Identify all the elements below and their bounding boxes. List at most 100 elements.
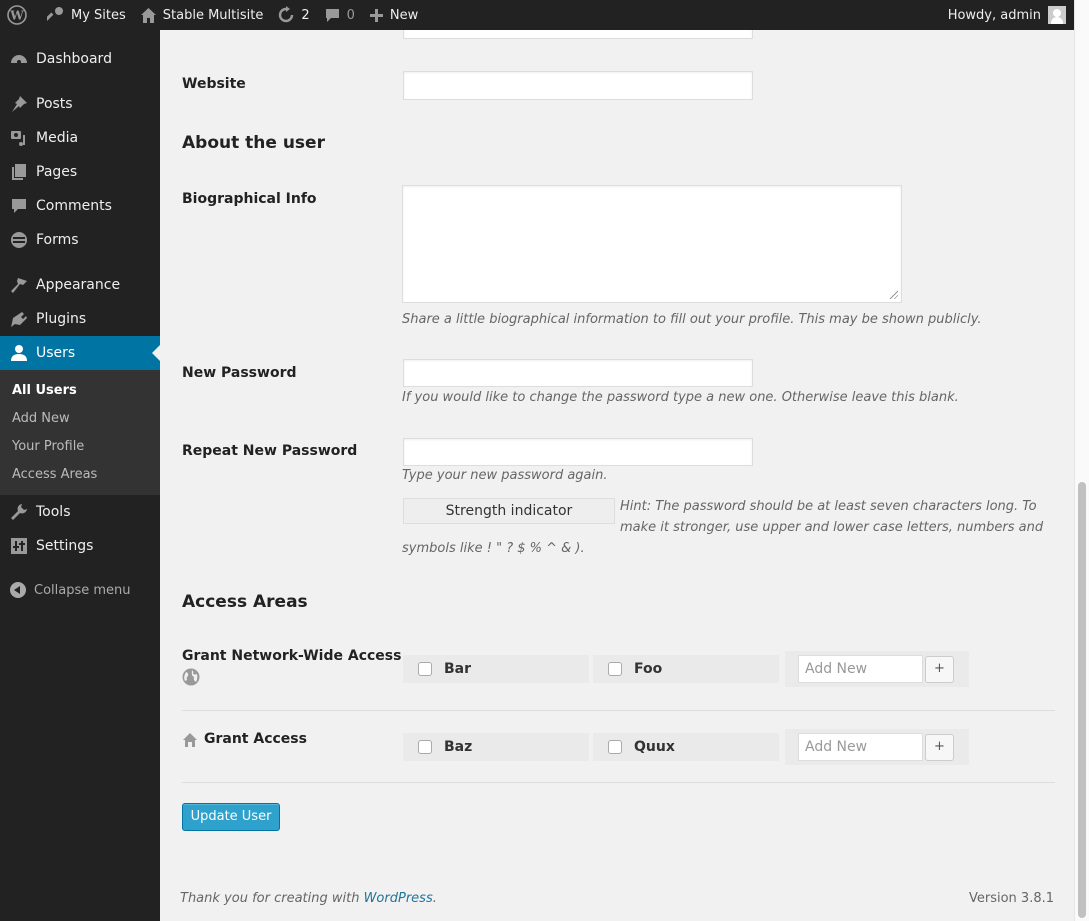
bio-textarea[interactable] [402, 185, 902, 303]
area-bar-checkbox[interactable] [418, 662, 432, 676]
network-access-label: Grant Network-Wide Access [182, 648, 402, 664]
menu-plugins[interactable]: Plugins [0, 302, 160, 336]
users-submenu: All Users Add New Your Profile Access Ar… [0, 370, 160, 495]
menu-label: Comments [36, 198, 112, 214]
menu-users[interactable]: Users [0, 336, 160, 370]
admin-bar: W My Sites Stable Multisite 2 0 New Howd… [0, 0, 1074, 30]
plug-icon [10, 310, 28, 328]
footer-thanks: Thank you for creating with WordPress. [180, 891, 437, 906]
svg-text:W: W [9, 9, 24, 23]
submenu-all-users[interactable]: All Users [0, 377, 160, 405]
main-content: Website About the user Biographical Info… [160, 10, 1074, 921]
repeat-password-description: Type your new password again. [402, 468, 608, 483]
pages-icon [10, 163, 28, 181]
area-quux[interactable]: Quux [593, 733, 779, 761]
site-name-menu[interactable]: Stable Multisite [133, 0, 271, 30]
footer-version: Version 3.8.1 [968, 891, 1054, 906]
updates-count: 2 [301, 7, 310, 23]
new-label: New [389, 7, 419, 23]
new-password-label: New Password [182, 365, 297, 381]
password-strength-indicator: Strength indicator [403, 498, 615, 524]
updates-menu[interactable]: 2 [270, 0, 316, 30]
plus-icon [369, 8, 383, 22]
pin-icon [10, 95, 28, 113]
site-name-label: Stable Multisite [162, 7, 264, 23]
page-scrollbar[interactable] [1074, 0, 1089, 921]
footer-period: . [432, 891, 437, 906]
comments-menu[interactable]: 0 [317, 0, 362, 30]
menu-posts[interactable]: Posts [0, 87, 160, 121]
new-password-input[interactable] [403, 359, 753, 387]
scrollbar-thumb[interactable] [1078, 482, 1086, 918]
website-input[interactable] [403, 71, 753, 100]
area-label: Baz [444, 739, 473, 755]
menu-label: Appearance [36, 277, 121, 293]
menu-media[interactable]: Media [0, 121, 160, 155]
update-user-button[interactable]: Update User [182, 803, 280, 831]
site-add-button[interactable]: + [925, 733, 954, 761]
media-icon [10, 129, 28, 147]
wp-logo-button[interactable]: W [0, 0, 40, 30]
collapse-arrow-icon [10, 582, 26, 598]
access-areas-heading: Access Areas [182, 592, 308, 612]
submenu-add-new[interactable]: Add New [0, 405, 160, 433]
wordpress-logo-icon: W [7, 5, 27, 25]
updates-icon [279, 6, 294, 23]
password-hint-line-1: Hint: The password should be at least se… [620, 499, 1037, 514]
site-areas-row: Baz Quux Add New + [403, 729, 969, 765]
submenu-your-profile[interactable]: Your Profile [0, 433, 160, 461]
my-sites-label: My Sites [71, 7, 126, 23]
resize-handle-icon[interactable] [888, 289, 898, 299]
password-hint-line-2: make it stronger, use upper and lower ca… [620, 520, 1044, 535]
network-add-new-group: Add New + [785, 651, 969, 687]
area-bar[interactable]: Bar [403, 655, 589, 683]
divider [182, 782, 1055, 783]
site-add-new-input[interactable]: Add New [798, 733, 923, 761]
area-quux-checkbox[interactable] [608, 740, 622, 754]
user-icon [10, 344, 28, 362]
menu-settings[interactable]: Settings [0, 529, 160, 563]
area-foo-checkbox[interactable] [608, 662, 622, 676]
collapse-menu-button[interactable]: Collapse menu [0, 573, 160, 607]
new-password-description: If you would like to change the password… [402, 390, 959, 405]
home-icon [183, 733, 197, 747]
about-user-heading: About the user [182, 133, 325, 153]
network-add-button[interactable]: + [925, 655, 954, 683]
bio-description: Share a little biographical information … [402, 312, 982, 327]
wordpress-link[interactable]: WordPress [364, 891, 433, 906]
menu-label: Users [36, 345, 76, 361]
admin-menu: Dashboard Posts Media Pages Comments For… [0, 30, 160, 921]
home-icon [140, 7, 156, 23]
area-baz-checkbox[interactable] [418, 740, 432, 754]
submenu-access-areas[interactable]: Access Areas [0, 461, 160, 489]
area-baz[interactable]: Baz [403, 733, 589, 761]
my-sites-menu[interactable]: My Sites [40, 0, 133, 30]
my-account-menu[interactable]: Howdy, admin [941, 0, 1074, 30]
menu-dashboard[interactable]: Dashboard [0, 42, 160, 76]
forms-icon [10, 231, 28, 249]
network-add-new-input[interactable]: Add New [798, 655, 923, 683]
menu-comments[interactable]: Comments [0, 189, 160, 223]
menu-pages[interactable]: Pages [0, 155, 160, 189]
menu-label: Media [36, 130, 79, 146]
menu-tools[interactable]: Tools [0, 495, 160, 529]
menu-label: Tools [36, 504, 71, 520]
brush-icon [10, 276, 28, 294]
menu-appearance[interactable]: Appearance [0, 268, 160, 302]
new-content-menu[interactable]: New [362, 0, 425, 30]
grant-access-label: Grant Access [204, 731, 307, 747]
menu-label: Pages [36, 164, 78, 180]
comments-count: 0 [346, 7, 355, 23]
key-icon [47, 7, 63, 21]
wrench-icon [10, 503, 28, 521]
comment-icon [10, 197, 28, 215]
menu-label: Plugins [36, 311, 87, 327]
menu-label: Dashboard [36, 51, 112, 67]
menu-forms[interactable]: Forms [0, 223, 160, 257]
bio-label: Biographical Info [182, 191, 317, 207]
collapse-label: Collapse menu [34, 582, 131, 598]
area-foo[interactable]: Foo [593, 655, 779, 683]
repeat-password-input[interactable] [403, 438, 753, 466]
dashboard-icon [10, 50, 28, 68]
globe-icon [182, 668, 200, 686]
